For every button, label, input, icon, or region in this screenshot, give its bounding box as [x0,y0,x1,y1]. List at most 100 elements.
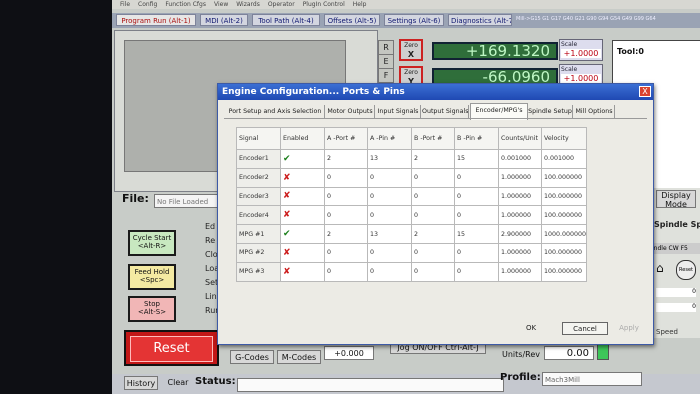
tab-offsets[interactable]: Offsets (Alt-5) [324,14,380,26]
cell-b-port[interactable]: 0 [411,186,455,207]
table-row[interactable]: Encoder1 ✔ 2 13 2 15 0.001000 0.001000 [236,149,588,169]
dro-x-value[interactable]: +169.1320 [432,42,558,60]
cell-b-pin[interactable]: 0 [454,186,499,207]
cell-signal[interactable]: MPG #2 [236,242,281,263]
ok-button[interactable]: OK [508,322,554,335]
cell-a-port[interactable]: 0 [324,261,368,282]
gcodes-button[interactable]: G-Codes [230,350,274,364]
cell-counts[interactable]: 0.001000 [498,149,542,169]
cell-b-pin[interactable]: 0 [454,242,499,263]
cell-a-port[interactable]: 0 [324,186,368,207]
units-rev-value[interactable]: 0.00 [544,346,594,360]
disabled-x-icon[interactable]: ✘ [280,186,325,207]
file-name-field[interactable]: No File Loaded [154,194,224,208]
cell-a-port[interactable]: 0 [324,242,368,263]
cell-signal[interactable]: MPG #3 [236,261,281,282]
table-row[interactable]: Encoder3 ✘ 0 0 0 0 1.000000 100.000000 [236,186,588,207]
close-icon[interactable]: X [639,86,651,97]
apply-button[interactable]: Apply [614,322,644,335]
clear-button[interactable]: Clear [164,376,192,390]
enabled-check-icon[interactable]: ✔ [280,149,325,169]
tab-motor-outputs[interactable]: Motor Outputs [326,105,375,118]
cell-signal[interactable]: Encoder4 [236,205,281,226]
cell-a-port[interactable]: 2 [324,224,368,244]
cell-b-pin[interactable]: 15 [454,149,499,169]
cell-signal[interactable]: Encoder2 [236,167,281,188]
cell-velocity[interactable]: 100.000000 [540,261,588,282]
table-row[interactable]: MPG #2 ✘ 0 0 0 0 1.000000 100.000000 [236,242,588,263]
cell-b-port[interactable]: 0 [411,261,455,282]
cell-counts[interactable]: 1.000000 [498,167,542,188]
cell-b-pin[interactable]: 0 [454,205,499,226]
tab-program-run[interactable]: Program Run (Alt-1) [116,14,196,26]
cell-counts[interactable]: 2.900000 [498,224,542,244]
cell-b-pin[interactable]: 0 [454,261,499,282]
cell-velocity[interactable]: 100.000000 [540,186,588,207]
cell-b-port[interactable]: 2 [411,149,455,169]
cell-a-port[interactable]: 2 [324,149,368,169]
tab-tool-path[interactable]: Tool Path (Alt-4) [252,14,320,26]
cancel-button[interactable]: Cancel [562,322,608,335]
menu-item[interactable]: Config [138,0,157,9]
history-button[interactable]: History [124,376,158,390]
spindle-reset-button[interactable]: Reset [676,260,696,280]
spindle-cw-button[interactable]: indle CW F5 [652,243,700,254]
stop-button[interactable]: Stop <Alt-S> [128,296,176,322]
cell-a-port[interactable]: 0 [324,167,368,188]
table-row[interactable]: Encoder4 ✘ 0 0 0 0 1.000000 100.000000 [236,205,588,226]
cell-counts[interactable]: 1.000000 [498,261,542,282]
cell-velocity[interactable]: 1000.000000 [540,224,588,244]
tab-input-signals[interactable]: Input Signals [376,105,421,118]
cell-b-pin[interactable]: 0 [454,167,499,188]
tab-output-signals[interactable]: Output Signals [422,105,469,118]
dialog-title[interactable]: Engine Configuration... Ports & Pins [218,84,653,100]
up-arrow-icon[interactable]: ⌂ [656,261,664,275]
menu-item[interactable]: Operator [268,0,295,9]
menu-item[interactable]: PlugIn Control [303,0,345,9]
tab-mdi[interactable]: MDI (Alt-2) [200,14,248,26]
cell-a-port[interactable]: 0 [324,205,368,226]
cell-b-port[interactable]: 0 [411,167,455,188]
disabled-x-icon[interactable]: ✘ [280,205,325,226]
disabled-x-icon[interactable]: ✘ [280,167,325,188]
cell-velocity[interactable]: 100.000000 [540,242,588,263]
cell-signal[interactable]: MPG #1 [236,224,281,244]
zero-x-button[interactable]: Zero X [399,39,423,61]
tab-settings[interactable]: Settings (Alt-6) [384,14,444,26]
menu-item[interactable]: Wizards [236,0,260,9]
cell-signal[interactable]: Encoder3 [236,186,281,207]
cell-velocity[interactable]: 100.000000 [540,205,588,226]
cell-counts[interactable]: 1.000000 [498,242,542,263]
table-row[interactable]: MPG #1 ✔ 2 13 2 15 2.900000 1000.000000 [236,224,588,244]
cell-b-pin[interactable]: 15 [454,224,499,244]
tab-mill-options[interactable]: Mill Options [574,105,615,118]
cell-signal[interactable]: Encoder1 [236,149,281,169]
spindle-field[interactable]: 0 [656,303,696,312]
cell-a-pin[interactable]: 0 [367,205,412,226]
mcodes-button[interactable]: M-Codes [277,350,321,364]
disabled-x-icon[interactable]: ✘ [280,242,325,263]
enabled-check-icon[interactable]: ✔ [280,224,325,244]
cell-a-pin[interactable]: 0 [367,167,412,188]
disabled-x-icon[interactable]: ✘ [280,261,325,282]
menu-item[interactable]: File [120,0,130,9]
spindle-field[interactable]: 0 [656,288,696,297]
cell-velocity[interactable]: 0.001000 [540,149,588,169]
tab-spindle-setup[interactable]: Spindle Setup [528,105,573,118]
cell-b-port[interactable]: 0 [411,242,455,263]
jog-increment-field[interactable]: +0.000 [324,346,374,360]
cell-a-pin[interactable]: 0 [367,261,412,282]
cycle-start-button[interactable]: Cycle Start <Alt-R> [128,230,176,256]
cell-b-port[interactable]: 2 [411,224,455,244]
cell-counts[interactable]: 1.000000 [498,205,542,226]
cell-a-pin[interactable]: 13 [367,224,412,244]
menu-item[interactable]: Help [353,0,367,9]
cell-a-pin[interactable]: 0 [367,242,412,263]
display-mode-button[interactable]: Display Mode [656,190,696,209]
cell-b-port[interactable]: 0 [411,205,455,226]
menu-item[interactable]: View [214,0,228,9]
cell-a-pin[interactable]: 0 [367,186,412,207]
cell-counts[interactable]: 1.000000 [498,186,542,207]
reset-button[interactable]: Reset [124,330,219,366]
tab-diagnostics[interactable]: Diagnostics (Alt-7) [448,14,512,26]
